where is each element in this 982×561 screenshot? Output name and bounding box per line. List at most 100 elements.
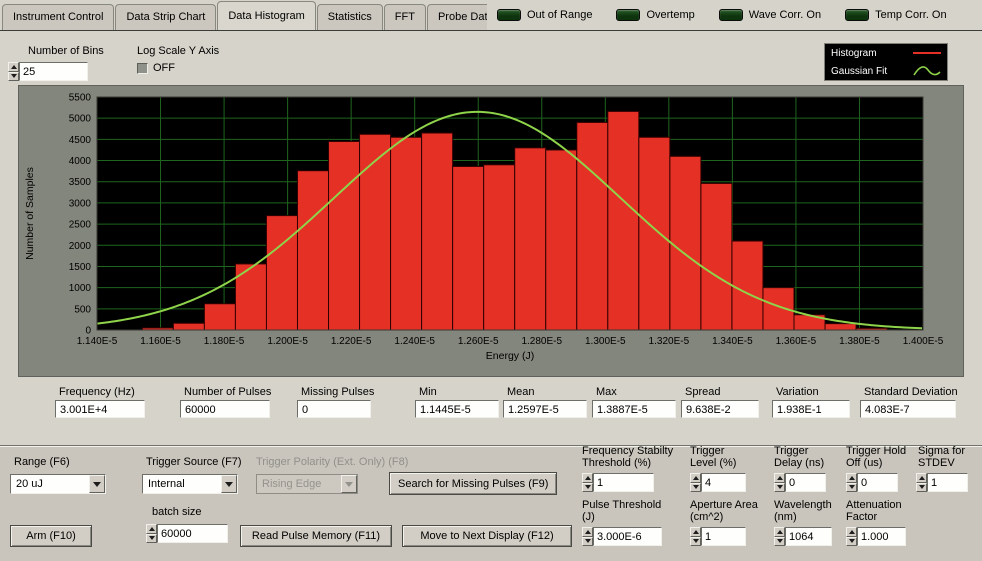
search-missing-pulses-button[interactable]: Search for Missing Pulses (F9) [389,472,557,495]
increment-button[interactable] [846,527,857,537]
increment-button[interactable] [582,473,593,483]
increment-button[interactable] [690,527,701,537]
stat-variation: Variation 1.938E-1 [772,386,850,418]
stat-spread: Spread 9.638E-2 [681,386,759,418]
dropdown-arrow-button[interactable] [341,475,357,493]
up-arrow-icon [849,530,855,534]
value-field[interactable]: 3.000E-6 [593,527,662,546]
chevron-down-icon [345,482,353,487]
range-select[interactable]: 20 uJ [10,474,106,494]
tab-statistics[interactable]: Statistics [317,4,383,30]
read-pulse-memory-button[interactable]: Read Pulse Memory (F11) [240,525,392,547]
increment-button[interactable] [690,473,701,483]
spinner-arrows [846,527,857,546]
legend-item-gaussian[interactable]: Gaussian Fit [825,62,947,80]
up-arrow-icon [849,476,855,480]
value-field[interactable]: 0 [857,473,898,492]
decrement-button[interactable] [582,537,593,547]
trigger-polarity-select: Rising Edge [256,474,358,494]
move-next-display-button[interactable]: Move to Next Display (F12) [402,525,572,547]
stat-standard-deviation: Standard Deviation 4.083E-7 [860,386,956,418]
svg-text:1.360E-5: 1.360E-5 [776,336,817,347]
indicator-label: Overtemp [646,9,694,21]
spinner-arrows [690,527,701,546]
down-arrow-icon [585,485,591,489]
decrement-button[interactable] [774,483,785,493]
tab-fft[interactable]: FFT [384,4,426,30]
chevron-down-icon [93,482,101,487]
dropdown-arrow-button[interactable] [221,475,237,493]
indicator-label: Wave Corr. On [749,9,821,21]
log-scale-toggle[interactable]: OFF [137,62,175,74]
spinner-arrows [8,62,19,81]
value-field[interactable]: 25 [19,62,88,81]
decrement-button[interactable] [846,483,857,493]
legend-histogram-label: Histogram [831,48,877,59]
spinner-arrows [690,473,701,492]
down-arrow-icon [693,539,699,543]
dropdown-arrow-button[interactable] [89,475,105,493]
tab-data-histogram[interactable]: Data Histogram [217,1,315,30]
decrement-button[interactable] [582,483,593,493]
up-arrow-icon [693,476,699,480]
trigger-level-label: Trigger Level (%) [690,445,752,469]
svg-text:5500: 5500 [69,93,92,104]
indicator-out-of-range: Out of Range [497,9,592,21]
svg-text:4000: 4000 [69,156,92,167]
stat-label: Missing Pulses [301,386,371,398]
value-field[interactable]: 4 [701,473,746,492]
stat-label: Max [596,386,676,398]
tab-data-strip-chart[interactable]: Data Strip Chart [115,4,216,30]
value-field[interactable]: 1 [927,473,968,492]
decrement-button[interactable] [146,534,157,544]
stat-frequency: Frequency (Hz) 3.001E+4 [55,386,145,418]
svg-text:1500: 1500 [69,262,92,273]
up-arrow-icon [919,476,925,480]
value-field[interactable]: 1 [701,527,746,546]
decrement-button[interactable] [690,483,701,493]
increment-button[interactable] [774,473,785,483]
increment-button[interactable] [8,62,19,72]
range-label: Range (F6) [14,456,70,468]
acquisition-control-panel: Range (F6) 20 uJ Trigger Source (F7) Int… [0,446,982,561]
decrement-button[interactable] [8,72,19,82]
value-field[interactable]: 60000 [157,524,228,543]
value-field[interactable]: 1 [593,473,654,492]
decrement-button[interactable] [916,483,927,493]
indicator-overtemp: Overtemp [616,9,694,21]
up-arrow-icon [777,476,783,480]
value-field[interactable]: 1064 [785,527,832,546]
decrement-button[interactable] [846,537,857,547]
stat-label: Standard Deviation [864,386,956,398]
decrement-button[interactable] [690,537,701,547]
legend-item-histogram[interactable]: Histogram [825,44,947,62]
arm-button[interactable]: Arm (F10) [10,525,92,547]
tab-instrument-control[interactable]: Instrument Control [2,4,114,30]
down-arrow-icon [585,539,591,543]
increment-button[interactable] [582,527,593,537]
selected-value: 20 uJ [11,475,89,493]
histogram-line-sample-icon [913,52,941,54]
increment-button[interactable] [846,473,857,483]
trigger-delay-input: 0 [774,473,826,492]
value-field[interactable]: 1.000 [857,527,906,546]
checkbox-icon[interactable] [137,63,148,74]
status-indicator-strip: Out of Range Overtemp Wave Corr. On Temp… [487,0,982,30]
svg-text:1.220E-5: 1.220E-5 [331,336,372,347]
tab-bar: Instrument Control Data Strip Chart Data… [0,0,982,31]
selected-value: Rising Edge [257,475,341,493]
number-of-bins-label: Number of Bins [28,45,104,57]
stat-label: Number of Pulses [184,386,270,398]
svg-text:1000: 1000 [69,283,92,294]
decrement-button[interactable] [774,537,785,547]
svg-text:1.340E-5: 1.340E-5 [712,336,753,347]
trigger-delay-label: Trigger Delay (ns) [774,445,836,469]
value-field[interactable]: 0 [785,473,826,492]
increment-button[interactable] [146,524,157,534]
increment-button[interactable] [916,473,927,483]
svg-text:1.160E-5: 1.160E-5 [140,336,181,347]
trigger-source-select[interactable]: Internal [142,474,238,494]
freq-stability-label: Frequency Stabilty Threshold (%) [582,445,684,469]
increment-button[interactable] [774,527,785,537]
svg-text:1.280E-5: 1.280E-5 [521,336,562,347]
